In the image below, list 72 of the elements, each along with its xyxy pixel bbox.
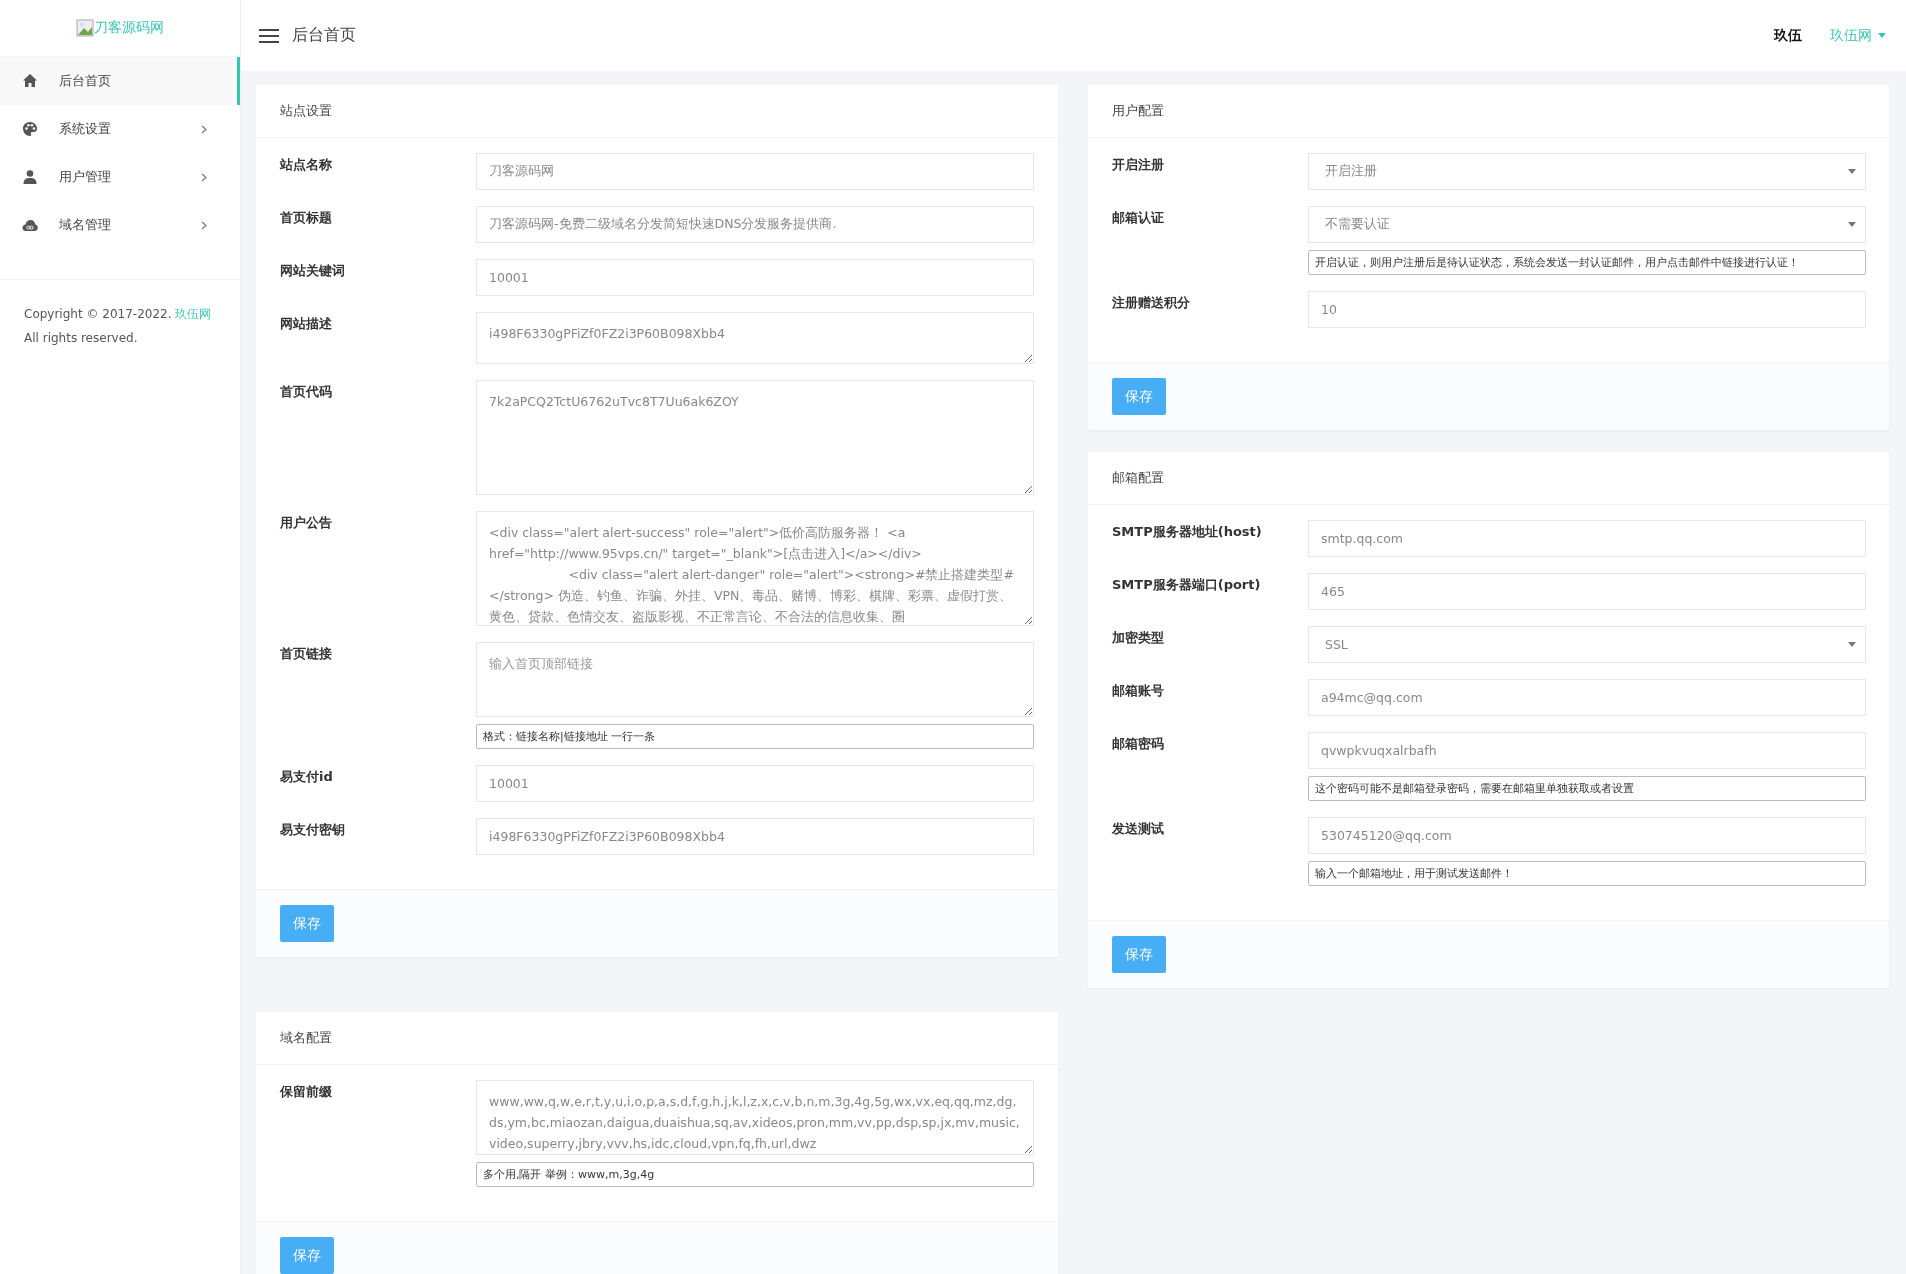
sidebar-item[interactable]: 域名管理 — [0, 201, 240, 249]
help-text: 这个密码可能不是邮箱登录密码，需要在邮箱里单独获取或者设置 — [1308, 776, 1866, 801]
cloud-icon — [22, 217, 38, 233]
input-field[interactable]: smtp.qq.com — [1308, 520, 1866, 557]
logo-alt-text: 刀客源码网 — [94, 19, 164, 37]
save-button[interactable]: 保存 — [1112, 378, 1166, 415]
field-label: 保留前缀 — [280, 1083, 333, 1101]
field-label: 邮箱账号 — [1112, 682, 1165, 700]
user-name: 玖伍 — [1774, 26, 1802, 45]
palette-icon — [22, 121, 38, 137]
field-label: 加密类型 — [1112, 629, 1165, 647]
select-dropdown[interactable]: 开启注册 — [1308, 153, 1866, 190]
text-area[interactable]: 输入首页顶部链接 — [476, 642, 1034, 717]
rights-text: All rights reserved. — [24, 330, 139, 347]
field-label: 易支付id — [280, 768, 334, 786]
panel-title: 域名配置 — [280, 1029, 332, 1047]
help-text: 开启认证，则用户注册后是待认证状态，系统会发送一封认证邮件，用户点击邮件中链接进行认证！ — [1308, 250, 1866, 275]
input-field[interactable]: a94mc@qq.com — [1308, 679, 1866, 716]
save-button[interactable]: 保存 — [280, 905, 334, 942]
input-field[interactable]: 刀客源码网-免费二级域名分发简短快速DNS分发服务提供商. — [476, 206, 1034, 243]
field-label: 首页标题 — [280, 209, 333, 227]
input-field[interactable]: 10001 — [476, 259, 1034, 296]
menu-icon[interactable] — [259, 27, 279, 44]
field-label: 用户公告 — [280, 514, 333, 532]
caret-down-icon — [1848, 642, 1856, 647]
input-field[interactable]: 10001 — [476, 765, 1034, 802]
field-label: 邮箱认证 — [1112, 209, 1165, 227]
select-dropdown[interactable]: SSL — [1308, 626, 1866, 663]
text-area[interactable]: www,ww,q,w,e,r,t,y,u,i,o,p,a,s,d,f,g,h,j,k,l,z,x,c,v,b,n,m,3g,4g,5g,wx,vx,eq,qq,mz,dg,ds,ym,bc,miaozan,daigua,duaishua,sq,av,xideos,pron,mm,vv,pp,dsp,sp,jx,mv,music,video,superry,jbry,vvv,hs,idc,cloud,vpn,fq,fh,url,dwz — [476, 1080, 1034, 1155]
field-label: 注册赠送积分 — [1112, 294, 1191, 312]
caret-down-icon — [1848, 222, 1856, 227]
field-label: 邮箱密码 — [1112, 735, 1165, 753]
input-field[interactable]: 10 — [1308, 291, 1866, 328]
text-area[interactable]: <div class="alert alert-success" role="alert">低价高防服务器！ <a href="http://www.95vps.cn/" target="_blank">[点击进入]</a></div> <div class="alert alert-danger" role="alert"><strong>#禁止搭建类型#</strong> 伪造、钓鱼、诈骗、外挂、VPN、毒品、赌博、博彩、棋牌、彩票、虚假打赏、黄色、贷款、色情交友、盗版影视、不正常言论、不合法的信息收集、圈 — [476, 511, 1034, 626]
save-button[interactable]: 保存 — [280, 1237, 334, 1274]
input-field[interactable]: 刀客源码网 — [476, 153, 1034, 190]
input-field[interactable]: i498F6330gPFiZf0FZ2i3P60B098Xbb4 — [476, 818, 1034, 855]
home-icon — [22, 73, 38, 89]
help-text: 输入一个邮箱地址，用于测试发送邮件！ — [1308, 861, 1866, 886]
field-label: 首页链接 — [280, 645, 333, 663]
save-button[interactable]: 保存 — [1112, 936, 1166, 973]
sidebar-item[interactable]: 后台首页 — [0, 57, 240, 105]
site-dropdown[interactable]: 玖伍网 — [1830, 26, 1886, 45]
broken-image-icon — [76, 19, 94, 37]
panel-title: 邮箱配置 — [1112, 469, 1164, 487]
field-label: 站点名称 — [280, 156, 333, 174]
field-label: 网站关键词 — [280, 262, 346, 280]
field-label: 网站描述 — [280, 315, 333, 333]
help-text: 多个用,隔开 举例：www,m,3g,4g — [476, 1162, 1034, 1187]
sidebar-item[interactable]: 系统设置 — [0, 105, 240, 153]
sidebar-item[interactable]: 用户管理 — [0, 153, 240, 201]
field-label: 发送测试 — [1112, 820, 1165, 838]
text-area[interactable]: i498F6330gPFiZf0FZ2i3P60B098Xbb4 — [476, 312, 1034, 364]
help-text: 格式：链接名称|链接地址 一行一条 — [476, 724, 1034, 749]
field-label: 易支付密钥 — [280, 821, 346, 839]
page-title: 后台首页 — [292, 25, 356, 46]
field-label: 开启注册 — [1112, 156, 1165, 174]
field-label: 首页代码 — [280, 383, 333, 401]
caret-down-icon — [1878, 33, 1886, 38]
select-dropdown[interactable]: 不需要认证 — [1308, 206, 1866, 243]
field-label: SMTP服务器地址(host) — [1112, 523, 1263, 541]
panel-title: 用户配置 — [1112, 102, 1164, 120]
input-field[interactable]: qvwpkvuqxalrbafh — [1308, 732, 1866, 769]
panel-title: 站点设置 — [280, 102, 332, 120]
text-area[interactable]: 7k2aPCQ2TctU6762uTvc8T7Uu6ak6ZOY — [476, 380, 1034, 495]
caret-down-icon — [1848, 169, 1856, 174]
field-label: SMTP服务器端口(port) — [1112, 576, 1262, 594]
copyright-link[interactable]: 玖伍网 — [175, 307, 212, 321]
copyright-text: Copyright © 2017-2022. 玖伍网 — [24, 306, 213, 323]
user-icon — [22, 169, 38, 185]
input-field[interactable]: 465 — [1308, 573, 1866, 610]
input-field[interactable]: 530745120@qq.com — [1308, 817, 1866, 854]
